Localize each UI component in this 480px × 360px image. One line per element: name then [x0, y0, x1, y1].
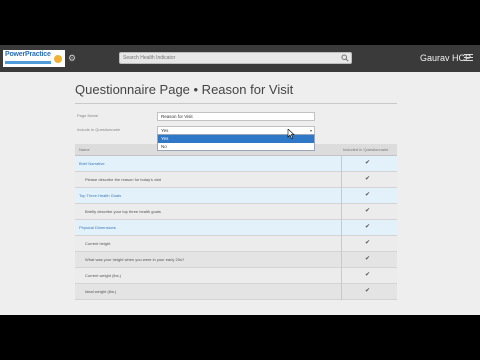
search-bar[interactable]: [119, 52, 352, 64]
gear-icon[interactable]: ⚙: [68, 53, 78, 63]
check-icon[interactable]: ✔: [365, 239, 370, 246]
row-label: Brief Narrative: [79, 161, 105, 166]
check-icon[interactable]: ✔: [365, 159, 370, 166]
logo-mark-icon: [54, 55, 62, 63]
table-row[interactable]: Briefly describe your top three health g…: [75, 204, 397, 220]
table-row[interactable]: Physical Dimensions ✔: [75, 220, 397, 236]
column-divider: [341, 156, 342, 172]
header-included: Included in Questionnaire: [343, 147, 389, 152]
mouse-cursor-icon: [287, 129, 295, 139]
hamburger-menu-icon[interactable]: [464, 54, 473, 62]
search-input[interactable]: [123, 53, 333, 63]
column-divider: [341, 220, 342, 236]
table-row[interactable]: Current weight (lbs.) ✔: [75, 268, 397, 284]
questionnaire-table: Name Included in Questionnaire Brief Nar…: [75, 144, 397, 315]
column-divider: [341, 236, 342, 252]
table-row[interactable]: Brief Narrative ✔: [75, 156, 397, 172]
row-label: What was your height when you were in yo…: [85, 257, 185, 262]
column-divider: [341, 252, 342, 268]
row-label: Current weight (lbs.): [85, 273, 122, 278]
row-label: Current height: [85, 241, 111, 246]
column-divider: [341, 284, 342, 300]
table-row[interactable]: Please describe the reason for today's v…: [75, 172, 397, 188]
check-icon[interactable]: ✔: [365, 255, 370, 262]
page-name-label: Page Name: [77, 113, 99, 118]
search-icon[interactable]: [341, 54, 349, 62]
column-divider: [341, 172, 342, 188]
row-label: Physical Dimensions: [79, 225, 116, 230]
column-divider: [341, 268, 342, 284]
check-icon[interactable]: ✔: [365, 207, 370, 214]
table-row[interactable]: Top Three Health Goals ✔: [75, 188, 397, 204]
check-icon[interactable]: ✔: [365, 175, 370, 182]
include-label: Include in Questionnaire: [77, 127, 121, 132]
page-title: Questionnaire Page • Reason for Visit: [75, 82, 294, 97]
include-select-value: Yes: [161, 128, 169, 133]
table-row[interactable]: Current height ✔: [75, 236, 397, 252]
row-label: Top Three Health Goals: [79, 193, 122, 198]
table-row[interactable]: Ideal weight (lbs.) ✔: [75, 284, 397, 300]
top-nav-bar: PowerPractice ⚙ Gaurav HCP: [0, 45, 480, 72]
column-divider: [341, 204, 342, 220]
check-icon[interactable]: ✔: [365, 223, 370, 230]
check-icon[interactable]: ✔: [365, 271, 370, 278]
app-window: PowerPractice ⚙ Gaurav HCP Questionnaire…: [0, 45, 480, 315]
page-name-field[interactable]: Reason for Visit: [157, 112, 315, 121]
column-divider: [341, 188, 342, 204]
logo-text: PowerPractice: [5, 51, 51, 58]
chevron-down-icon[interactable]: ▾: [310, 127, 312, 134]
check-icon[interactable]: ✔: [365, 287, 370, 294]
dropdown-option-no[interactable]: No: [158, 143, 314, 151]
check-icon[interactable]: ✔: [365, 191, 370, 198]
header-name: Name: [79, 147, 90, 152]
row-label: Please describe the reason for today's v…: [85, 177, 161, 182]
app-logo[interactable]: PowerPractice: [3, 50, 65, 67]
page-name-value: Reason for Visit: [161, 114, 193, 119]
table-row[interactable]: What was your height when you were in yo…: [75, 252, 397, 268]
row-label: Ideal weight (lbs.): [85, 289, 117, 294]
logo-underline: [5, 61, 51, 64]
row-label: Briefly describe your top three health g…: [85, 209, 161, 214]
title-divider: [75, 103, 397, 104]
video-frame: PowerPractice ⚙ Gaurav HCP Questionnaire…: [0, 0, 480, 360]
